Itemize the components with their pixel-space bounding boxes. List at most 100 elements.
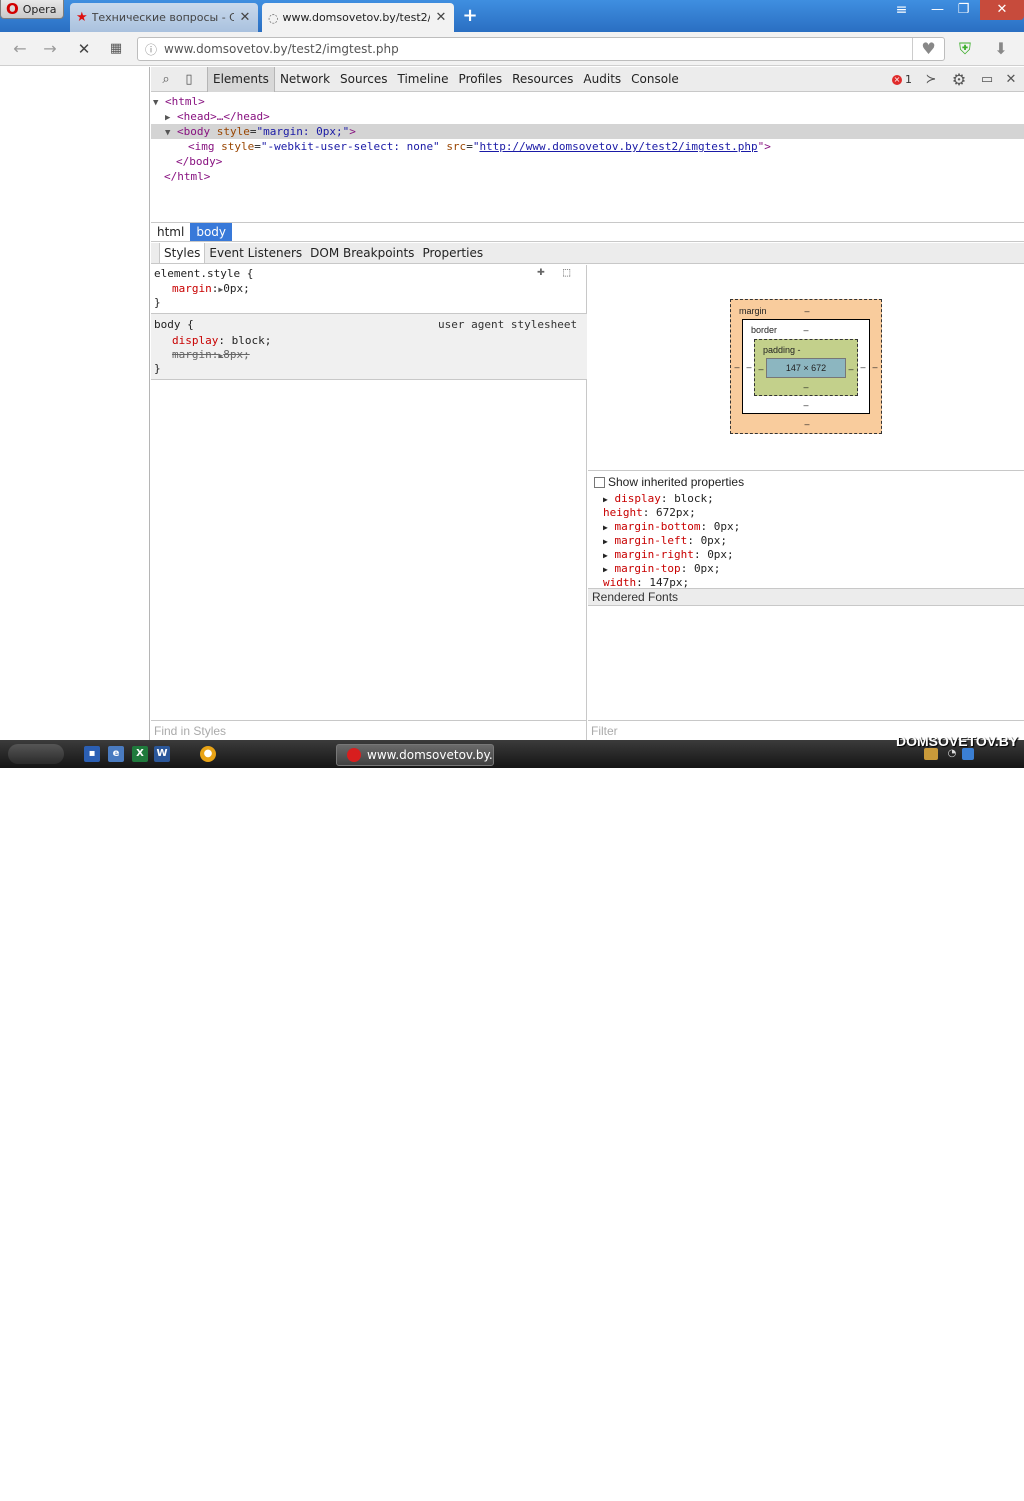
tab-elements[interactable]: Elements [207, 67, 275, 92]
tab-profiles[interactable]: Profiles [454, 67, 508, 92]
tab-styles[interactable]: Styles [159, 243, 206, 263]
opera-menu-label: Opera [22, 2, 57, 16]
tab-dom-breakpoints[interactable]: DOM Breakpoints [306, 243, 418, 263]
margin-overridden-declaration[interactable]: margin:▶8px; [172, 348, 250, 362]
border-box[interactable]: border – – – – padding - – – – 147 × 672 [742, 319, 870, 414]
dom-node-img[interactable]: <img style="-webkit-user-select: none" s… [188, 140, 771, 154]
breadcrumb-html[interactable]: html [151, 223, 190, 241]
chrome-icon[interactable]: ● [200, 746, 216, 762]
element-margin-declaration[interactable]: margin:▶0px; [172, 282, 250, 296]
tab-domsovetov[interactable]: ◌ www.domsovetov.by/test2/i ✕ [262, 3, 454, 32]
expand-triangle-icon[interactable]: ▼ [165, 126, 177, 140]
body-ua-rule: body { user agent stylesheet display: bl… [151, 314, 587, 380]
add-style-icon[interactable]: ✚ [537, 265, 545, 279]
site-info-icon[interactable]: ⓘ [138, 41, 164, 58]
tab-title: www.domsovetov.by/test2/i [282, 11, 430, 24]
element-style-rule: element.style { ✚ ⬚ margin:▶0px; } [151, 265, 587, 314]
error-icon: × [892, 74, 902, 85]
stop-loading-icon[interactable]: ✕ [74, 39, 94, 59]
word-icon[interactable]: W [154, 746, 170, 762]
tray-folder-icon[interactable] [924, 748, 938, 760]
expand-triangle-icon[interactable]: ▼ [153, 96, 165, 110]
tab-resources[interactable]: Resources [507, 67, 578, 92]
maximize-button[interactable]: ❐ [950, 0, 977, 20]
start-button[interactable] [8, 744, 64, 764]
breadcrumb-body[interactable]: body [190, 223, 233, 241]
language-indicator[interactable]: RU [880, 1488, 896, 1501]
error-count-badge[interactable]: × 1 [892, 73, 912, 86]
forward-arrow-icon[interactable]: → [40, 39, 60, 59]
save-disk-icon[interactable]: ▪ [84, 746, 100, 762]
dom-node-head[interactable]: ▶ <head>…</head> [165, 110, 270, 124]
tab-console[interactable]: Console [626, 67, 684, 92]
star-favicon-icon: ★ [76, 10, 88, 25]
address-bar[interactable]: ⓘ www.domsovetov.by/test2/imgtest.php ♥ [137, 37, 945, 61]
search-icon[interactable]: ⌕ [156, 70, 176, 90]
tray-volume-icon[interactable] [962, 748, 974, 760]
dom-node-body[interactable]: ▼ <body style="margin: 0px;"> [165, 125, 356, 139]
dock-side-icon[interactable]: ▭ [977, 70, 997, 90]
tab-technical-questions[interactable]: ★ Технические вопросы - Стр ✕ [70, 3, 258, 32]
clock[interactable]: 0:00 [986, 1488, 1011, 1501]
find-in-styles-input[interactable]: Find in Styles [151, 720, 587, 740]
tab-timeline[interactable]: Timeline [393, 67, 454, 92]
back-arrow-icon[interactable]: ← [10, 39, 30, 59]
tab-network[interactable]: Network [275, 67, 335, 92]
excel-icon[interactable]: X [132, 746, 148, 762]
tab-menu-icon[interactable]: ≡ [888, 0, 915, 20]
margin-box[interactable]: margin – – – – border – – – – padding - … [730, 299, 882, 434]
settings-gear-icon[interactable]: ⚙ [949, 70, 969, 90]
computed-row-margin-bottom[interactable]: ▶ margin-bottom: 0px; [603, 520, 740, 534]
opera-menu-button[interactable]: O Opera [0, 0, 64, 19]
show-inherited-toggle[interactable]: Show inherited properties [594, 475, 744, 489]
tab-sources[interactable]: Sources [335, 67, 392, 92]
computed-row-margin-left[interactable]: ▶ margin-left: 0px; [603, 534, 727, 548]
dom-tree: ▼ <html> ▶ <head>…</head> ▼ <body style="ma… [151, 93, 1024, 223]
metrics-pane: margin – – – – border – – – – padding - … [588, 265, 1024, 740]
close-tab-icon[interactable]: ✕ [434, 10, 448, 25]
close-brace: } [154, 296, 161, 309]
dom-node-html[interactable]: ▼ <html> [153, 95, 205, 109]
console-drawer-icon[interactable]: ≻ [921, 70, 941, 90]
element-style-selector: element.style { [154, 267, 254, 280]
display-declaration[interactable]: display: block; [172, 334, 271, 348]
taskbar: ▪ e X W ● www.domsovetov.by... RU ◔ 0:00 [0, 740, 1024, 1501]
ua-stylesheet-label: user agent stylesheet [438, 318, 578, 331]
explorer-icon[interactable]: e [108, 746, 124, 762]
minimize-button[interactable]: — [924, 0, 951, 20]
speed-dial-grid-icon[interactable]: ▦ [106, 39, 126, 59]
toggle-state-icon[interactable]: ⬚ [563, 265, 570, 279]
computed-row-height[interactable]: height: 672px; [603, 506, 696, 520]
rendered-fonts-header[interactable]: Rendered Fonts [588, 588, 1024, 606]
close-tab-icon[interactable]: ✕ [238, 10, 252, 25]
tab-event-listeners[interactable]: Event Listeners [205, 243, 306, 263]
url-text[interactable]: www.domsovetov.by/test2/imgtest.php [164, 42, 912, 56]
breadcrumb: html body [151, 222, 1024, 242]
computed-styles: Show inherited properties ▶ display: blo… [588, 470, 1024, 589]
close-devtools-icon[interactable]: ✕ [1001, 70, 1021, 90]
collapse-triangle-icon[interactable]: ▶ [165, 111, 177, 125]
security-shield-icon[interactable]: ⛨ [954, 39, 976, 59]
taskbar-opera-window[interactable]: www.domsovetov.by... [336, 744, 494, 766]
show-inherited-checkbox[interactable] [594, 477, 605, 489]
tab-properties[interactable]: Properties [418, 243, 487, 263]
dom-node-body-close[interactable]: </body> [176, 155, 222, 169]
new-tab-button[interactable]: + [460, 6, 480, 26]
computed-row-margin-top[interactable]: ▶ margin-top: 0px; [603, 562, 720, 576]
img-src-link[interactable]: http://www.domsovetov.by/test2/imgtest.p… [479, 140, 757, 153]
computed-row-display[interactable]: ▶ display: block; [603, 492, 714, 506]
tab-audits[interactable]: Audits [578, 67, 626, 92]
dom-node-html-close[interactable]: </html> [164, 170, 210, 184]
window-close-button[interactable]: ✕ [980, 0, 1024, 20]
navigation-bar: ← → ✕ ▦ ⓘ www.domsovetov.by/test2/imgtes… [0, 32, 1024, 66]
loading-spinner-icon: ◌ [268, 10, 279, 25]
padding-box[interactable]: padding - – – – 147 × 672 [754, 339, 858, 396]
download-icon[interactable]: ⬇ [990, 39, 1012, 59]
content-box[interactable]: 147 × 672 [766, 358, 846, 378]
bookmark-heart-icon[interactable]: ♥ [912, 38, 944, 60]
device-mode-icon[interactable]: ▯ [179, 70, 199, 90]
error-count: 1 [905, 73, 912, 86]
devtools-panel: ⌕ ▯ Elements Network Sources Timeline Pr… [151, 67, 1024, 740]
computed-row-margin-right[interactable]: ▶ margin-right: 0px; [603, 548, 734, 562]
opera-task-icon [347, 748, 361, 762]
